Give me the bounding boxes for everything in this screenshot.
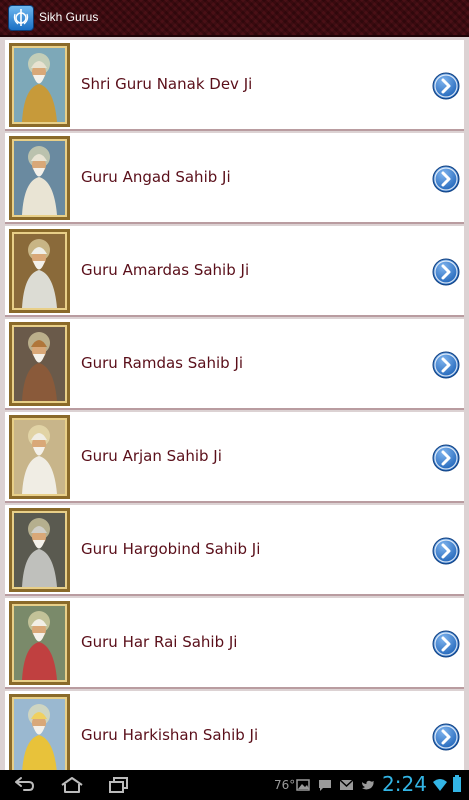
guru-row[interactable]: Shri Guru Nanak Dev Ji: [5, 40, 464, 131]
clock: 2:24: [382, 772, 427, 796]
chevron-right-icon[interactable]: [432, 165, 460, 193]
guru-name: Guru Har Rai Sahib Ji: [81, 633, 238, 651]
image-icon: [296, 779, 310, 791]
guru-portrait: [9, 136, 70, 220]
guru-name: Guru Angad Sahib Ji: [81, 168, 231, 186]
guru-row[interactable]: Guru Amardas Sahib Ji: [5, 226, 464, 317]
chevron-right-icon[interactable]: [432, 72, 460, 100]
wifi-icon: [433, 779, 447, 791]
guru-portrait: [9, 229, 70, 313]
guru-portrait: [9, 322, 70, 406]
chevron-right-icon[interactable]: [432, 723, 460, 751]
guru-name: Guru Amardas Sahib Ji: [81, 261, 250, 279]
guru-row[interactable]: Guru Harkishan Sahib Ji: [5, 691, 464, 770]
temperature-text: 76°: [274, 778, 296, 792]
battery-icon: [453, 775, 461, 792]
twitter-icon: [362, 780, 374, 790]
guru-name: Shri Guru Nanak Dev Ji: [81, 75, 253, 93]
chevron-right-icon[interactable]: [432, 444, 460, 472]
guru-portrait: [9, 415, 70, 499]
app-title: Sikh Gurus: [39, 10, 99, 24]
guru-portrait: [9, 508, 70, 592]
guru-name: Guru Arjan Sahib Ji: [81, 447, 222, 465]
guru-name: Guru Hargobind Sahib Ji: [81, 540, 261, 558]
system-bar: 76° 2:24: [0, 770, 469, 800]
recent-apps-icon[interactable]: [108, 776, 130, 794]
back-icon[interactable]: [12, 776, 36, 794]
guru-name: Guru Harkishan Sahib Ji: [81, 726, 259, 744]
guru-row[interactable]: Guru Hargobind Sahib Ji: [5, 505, 464, 596]
guru-list[interactable]: Shri Guru Nanak Dev Ji Guru Angad Sahib J…: [0, 37, 469, 770]
guru-portrait: [9, 601, 70, 685]
guru-row[interactable]: Guru Har Rai Sahib Ji: [5, 598, 464, 689]
guru-portrait: [9, 694, 70, 770]
gmail-icon: [339, 779, 354, 790]
chevron-right-icon[interactable]: [432, 351, 460, 379]
guru-row[interactable]: Guru Arjan Sahib Ji: [5, 412, 464, 503]
guru-row[interactable]: Guru Angad Sahib Ji: [5, 133, 464, 224]
guru-row[interactable]: Guru Ramdas Sahib Ji: [5, 319, 464, 410]
guru-name: Guru Ramdas Sahib Ji: [81, 354, 244, 372]
guru-portrait: [9, 43, 70, 127]
home-icon[interactable]: [59, 776, 85, 794]
chevron-right-icon[interactable]: [432, 537, 460, 565]
chevron-right-icon[interactable]: [432, 630, 460, 658]
khanda-icon[interactable]: [8, 5, 34, 31]
chat-icon: [319, 780, 331, 791]
chevron-right-icon[interactable]: [432, 258, 460, 286]
action-bar: Sikh Gurus: [0, 0, 469, 37]
